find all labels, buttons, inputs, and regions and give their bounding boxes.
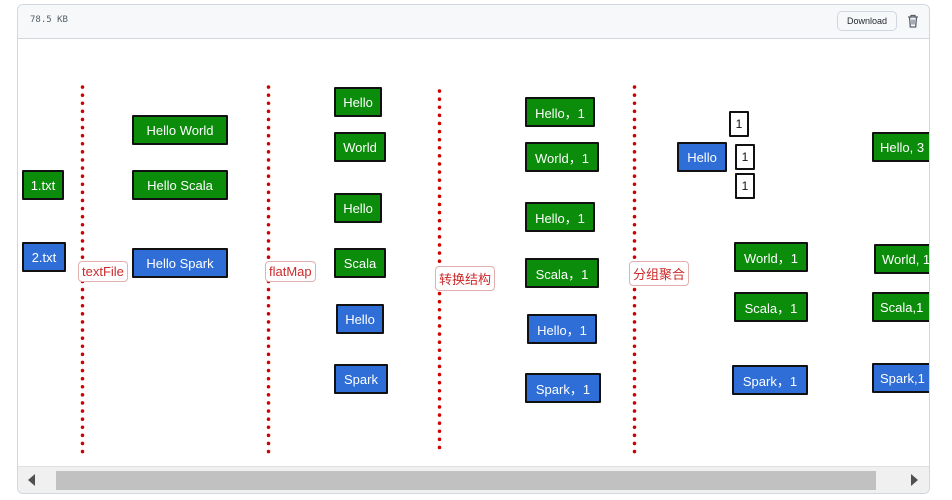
group-key-box: Hello xyxy=(677,142,727,172)
line-box: Hello World xyxy=(132,115,228,145)
result-box: Scala,1 xyxy=(872,292,929,322)
word-box: Scala xyxy=(334,248,386,278)
word-box: World xyxy=(334,132,386,162)
pair-box: Spark，1 xyxy=(525,373,601,403)
step-label-textfile: textFile xyxy=(78,261,128,282)
horizontal-scrollbar[interactable] xyxy=(18,466,929,493)
line-box: Hello Spark xyxy=(132,248,228,278)
diagram-canvas: textFile flatMap 转换结构 分组聚合 1.txt 2.txt H… xyxy=(18,39,929,465)
word-box: Spark xyxy=(334,364,388,394)
group-value-box: 1 xyxy=(735,144,755,170)
group-value-box: 1 xyxy=(729,111,749,137)
file-toolbar: 78.5 KB Download xyxy=(18,5,929,39)
file-box: 2.txt xyxy=(22,242,66,272)
scrollbar-thumb[interactable] xyxy=(56,471,876,490)
arrow-right-icon[interactable] xyxy=(911,474,918,486)
result-box: Spark,1 xyxy=(872,363,929,393)
group-value-box: 1 xyxy=(735,173,755,199)
file-size: 78.5 KB xyxy=(30,15,68,25)
pair-box: World，1 xyxy=(525,142,599,172)
file-viewer: 78.5 KB Download textFile flatMap 转换结构 分… xyxy=(17,4,930,494)
step-label-flatmap: flatMap xyxy=(265,261,316,282)
arrow-left-icon[interactable] xyxy=(28,474,35,486)
group-pair-box: Scala，1 xyxy=(734,292,808,322)
trash-icon[interactable] xyxy=(906,13,920,29)
step-label-group-aggregate: 分组聚合 xyxy=(629,261,690,286)
step-label-transform: 转换结构 xyxy=(435,266,496,291)
group-pair-box: World，1 xyxy=(734,242,808,272)
line-box: Hello Scala xyxy=(132,170,228,200)
word-box: Hello xyxy=(336,304,384,334)
pair-box: Hello，1 xyxy=(525,97,595,127)
download-button[interactable]: Download xyxy=(837,11,897,31)
file-box: 1.txt xyxy=(22,170,64,200)
word-box: Hello xyxy=(334,87,382,117)
pair-box: Scala，1 xyxy=(525,258,599,288)
pair-box: Hello，1 xyxy=(527,314,597,344)
group-pair-box: Spark，1 xyxy=(732,365,808,395)
word-box: Hello xyxy=(334,193,382,223)
pair-box: Hello，1 xyxy=(525,202,595,232)
result-box: World, 1 xyxy=(874,244,929,274)
result-box: Hello, 3 xyxy=(872,132,929,162)
